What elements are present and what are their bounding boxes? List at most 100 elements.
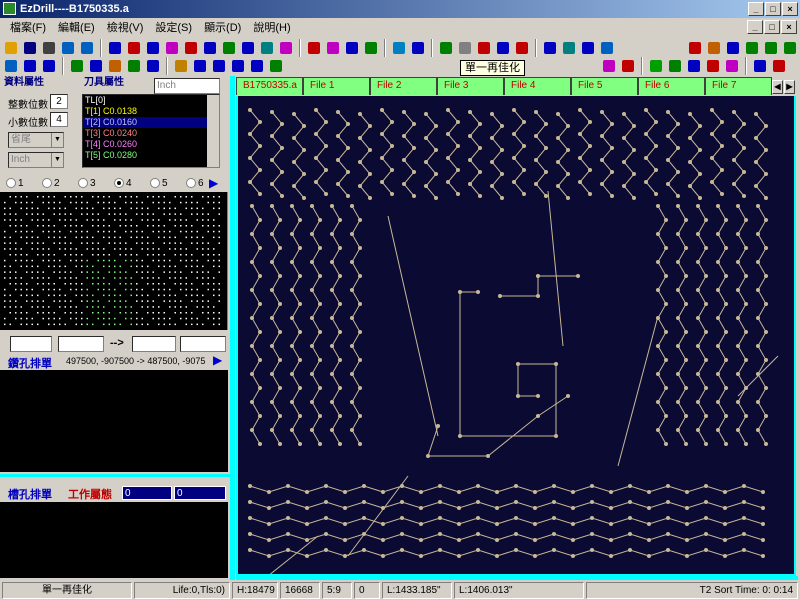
grid-button[interactable]: [125, 57, 143, 75]
unit2-select[interactable]: Inch ▼: [8, 152, 64, 168]
mdi-minimize-button[interactable]: _: [747, 20, 763, 34]
square-button[interactable]: [21, 57, 39, 75]
connect-button[interactable]: [666, 57, 684, 75]
green-bar-button[interactable]: [647, 57, 665, 75]
menu-help[interactable]: 說明(H): [247, 19, 296, 35]
grid-button[interactable]: [106, 57, 124, 75]
file-tab[interactable]: File 4: [504, 77, 571, 95]
zoom-window-button[interactable]: [248, 57, 266, 75]
dash-grid-button[interactable]: [600, 57, 618, 75]
file-tab[interactable]: B1750335.a: [236, 77, 303, 95]
star-button[interactable]: [390, 39, 408, 57]
drill-hole: [756, 260, 760, 264]
pen-button[interactable]: [751, 57, 769, 75]
file-tab[interactable]: File 7: [705, 77, 772, 95]
tab-scroll-right-icon[interactable]: ▶: [784, 80, 795, 94]
zoom-region-button[interactable]: [513, 39, 531, 57]
tool-list-item[interactable]: TL[0]: [83, 95, 219, 106]
link-button[interactable]: [456, 39, 474, 57]
mdi-restore-button[interactable]: □: [764, 20, 780, 34]
grid-button[interactable]: [87, 57, 105, 75]
drill-play-icon[interactable]: ▶: [213, 353, 222, 367]
slot-list[interactable]: [0, 502, 228, 578]
file-tab[interactable]: File 2: [370, 77, 437, 95]
preview-dot: [64, 254, 66, 256]
tab-scroll-left-icon[interactable]: ◀: [772, 80, 783, 94]
move-button[interactable]: [579, 39, 597, 57]
preview-dot: [152, 201, 154, 204]
grid-button[interactable]: [68, 57, 86, 75]
layer-radio-3[interactable]: 3: [78, 178, 110, 189]
flow-button[interactable]: [704, 57, 722, 75]
maximize-button[interactable]: □: [765, 2, 781, 16]
layer-radio-5[interactable]: 5: [150, 178, 182, 189]
menu-display[interactable]: 顯示(D): [198, 19, 247, 35]
flip-button[interactable]: [560, 39, 578, 57]
undo-button[interactable]: [541, 39, 559, 57]
split-button[interactable]: [685, 57, 703, 75]
tool-list-item[interactable]: T[4] C0.0260: [83, 139, 219, 150]
zoom-out-button[interactable]: [229, 57, 247, 75]
tool-list[interactable]: TL[0] T[1] C0.0138 T[2] C0.0160 T[3] C0.024…: [82, 94, 220, 168]
square-icon: [24, 60, 36, 72]
file-tab[interactable]: File 3: [437, 77, 504, 95]
drill-hole: [278, 246, 282, 250]
menu-settings[interactable]: 設定(S): [149, 19, 198, 35]
tool-list-item[interactable]: T[2] C0.0160: [83, 117, 219, 128]
preview-dot: [169, 323, 171, 326]
path-button[interactable]: [494, 39, 512, 57]
tool-list-item[interactable]: T[1] C0.0138: [83, 106, 219, 117]
drill-hole: [676, 400, 680, 404]
tab-data-attributes[interactable]: 資料屬性: [4, 76, 44, 90]
tab-tool-attributes[interactable]: 刀具屬性: [84, 76, 124, 90]
dash-grid-button[interactable]: [723, 57, 741, 75]
layer-radio-4[interactable]: 4: [114, 178, 146, 189]
zero-mode-select[interactable]: 省尾 ▼: [8, 132, 64, 148]
exclaim-button[interactable]: [362, 39, 380, 57]
file-tab[interactable]: File 5: [571, 77, 638, 95]
play-icon[interactable]: ▶: [209, 176, 218, 190]
box-button[interactable]: [144, 57, 162, 75]
exclaim-button[interactable]: [324, 39, 342, 57]
file-tab[interactable]: File 6: [638, 77, 705, 95]
exclaim-button[interactable]: [343, 39, 361, 57]
preview-dot: [70, 306, 72, 308]
range-to-x[interactable]: [132, 336, 176, 352]
file-tab[interactable]: File 1: [303, 77, 370, 95]
scissors-button[interactable]: [437, 39, 455, 57]
exclaim-button[interactable]: [305, 39, 323, 57]
tool-list-item[interactable]: T[3] C0.0240: [83, 128, 219, 139]
menu-view[interactable]: 檢視(V): [101, 19, 150, 35]
zoom-in-button[interactable]: [210, 57, 228, 75]
unit-select[interactable]: Inch: [154, 78, 220, 94]
panel-splitter[interactable]: [230, 76, 235, 580]
wand-button[interactable]: [409, 39, 427, 57]
tool-list-item[interactable]: T[5] C0.0280: [83, 150, 219, 161]
int-digits-input[interactable]: 2: [50, 94, 68, 109]
drill-hole: [698, 196, 702, 200]
drill-canvas[interactable]: [236, 96, 796, 576]
tool-list-scrollbar[interactable]: [207, 95, 219, 167]
minimize-button[interactable]: _: [748, 2, 764, 16]
range-to-y[interactable]: [180, 336, 226, 352]
cut-button[interactable]: [770, 57, 788, 75]
preview-dot: [191, 312, 193, 314]
half-circle-button[interactable]: [40, 57, 58, 75]
dec-digits-input[interactable]: 4: [50, 112, 68, 127]
range-from-x[interactable]: [10, 336, 52, 352]
layer-radio-2[interactable]: 2: [42, 178, 74, 189]
zoom-fit-button[interactable]: [191, 57, 209, 75]
radio-circle-icon: [78, 178, 88, 188]
hand-button[interactable]: [172, 57, 190, 75]
optimize-button[interactable]: [475, 39, 493, 57]
close-button[interactable]: ×: [782, 2, 798, 16]
menu-edit[interactable]: 編輯(E): [52, 19, 101, 35]
anchor-button[interactable]: [267, 57, 285, 75]
range-from-y[interactable]: [58, 336, 104, 352]
circle-button[interactable]: [2, 57, 20, 75]
dash-grid-button[interactable]: [619, 57, 637, 75]
layer-radio-1[interactable]: 1: [6, 178, 38, 189]
drill-list[interactable]: [0, 370, 228, 472]
mdi-close-button[interactable]: ×: [781, 20, 797, 34]
menu-file[interactable]: 檔案(F): [4, 19, 52, 35]
